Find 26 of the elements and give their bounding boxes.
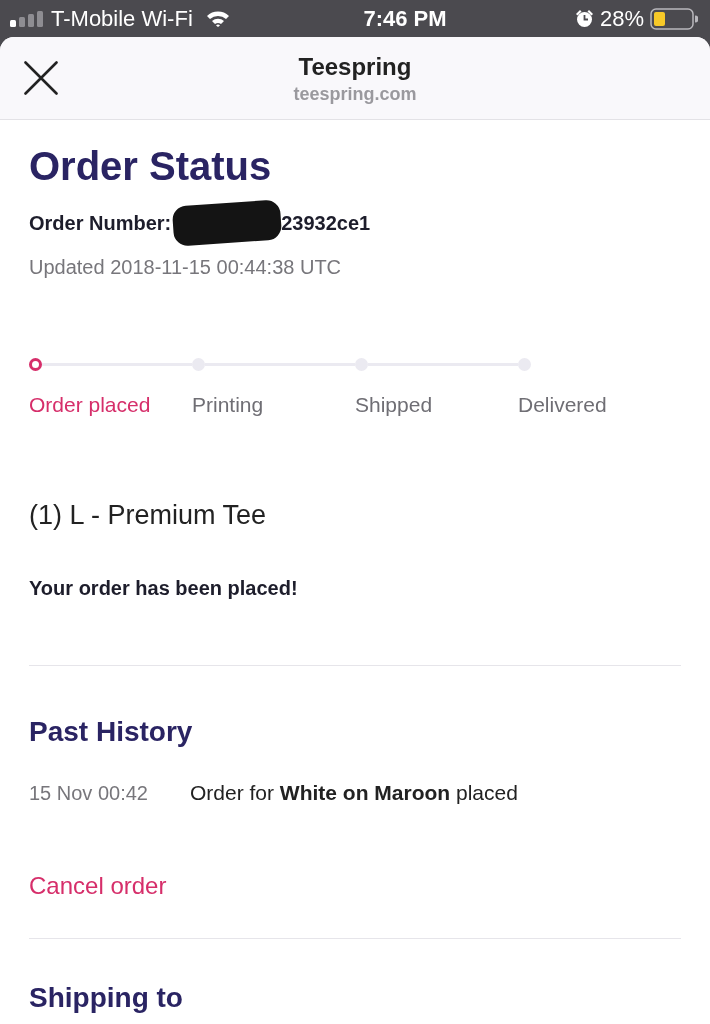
history-text: Order for White on Maroon placed: [190, 780, 518, 806]
order-message: Your order has been placed!: [29, 576, 298, 601]
section-heading: Past History: [29, 715, 193, 749]
order-number-label: Order Number:: [29, 211, 172, 236]
step-label: Delivered: [518, 392, 607, 418]
signal-bars-icon: [10, 10, 44, 27]
step-label: Order placed: [29, 392, 151, 418]
battery-icon: [650, 7, 698, 30]
site-title: Teespring: [298, 52, 412, 82]
item-title: (1) L - Premium Tee: [29, 499, 267, 532]
section-heading: Shipping to: [29, 981, 183, 1015]
alarm-clock-icon: [574, 9, 594, 28]
history-time: 15 Nov 00:42: [29, 781, 149, 806]
step-label: Shipped: [355, 392, 433, 418]
step-label: Printing: [192, 392, 264, 418]
close-button[interactable]: [24, 61, 58, 95]
order-number: 23932ce1: [281, 211, 371, 236]
page-title: Order Status: [29, 143, 272, 190]
site-url: teespring.com: [293, 83, 417, 106]
battery-percent: 28%: [599, 7, 644, 30]
carrier-name: T-Mobile Wi-Fi: [51, 7, 193, 30]
wifi-icon: [205, 10, 230, 27]
status-time: 7:46 PM: [363, 7, 447, 30]
cancel-order-link[interactable]: Cancel order: [29, 871, 167, 901]
close-icon: [24, 61, 58, 95]
updated-timestamp: Updated 2018-11-15 00:44:38 UTC: [29, 255, 342, 280]
